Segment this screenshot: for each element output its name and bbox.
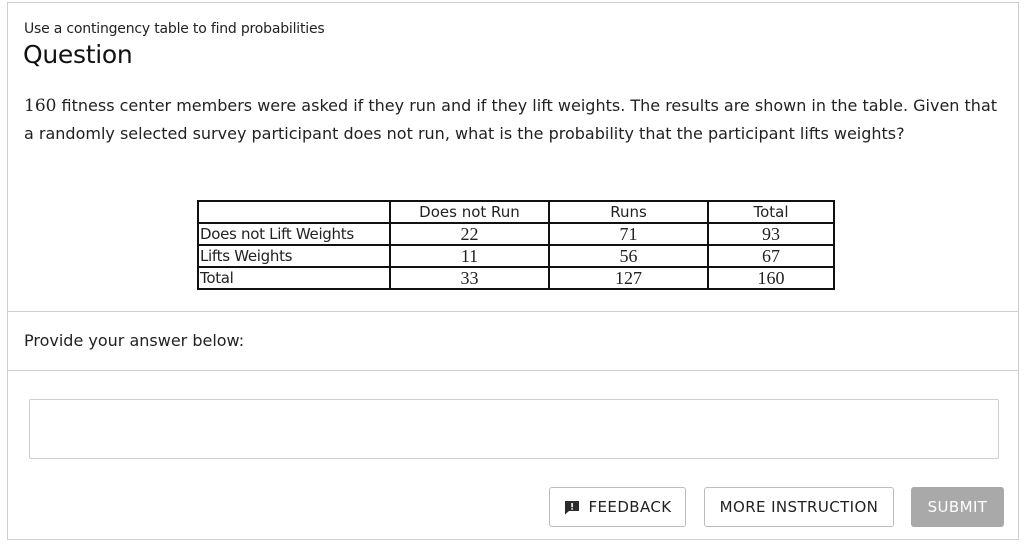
table-cell: 71: [548, 222, 709, 246]
question-text: 160 fitness center members were asked if…: [24, 92, 1004, 147]
table-row: Does not Lift Weights 22 71 93: [197, 222, 835, 246]
table-cell: 56: [548, 244, 709, 268]
submit-button[interactable]: SUBMIT: [911, 487, 1004, 527]
column-header: Total: [707, 200, 835, 224]
table-row: Lifts Weights 11 56 67: [197, 244, 835, 268]
question-body: fitness center members were asked if the…: [24, 96, 998, 143]
question-lead-number: 160: [24, 96, 57, 116]
submit-button-label: SUBMIT: [927, 498, 988, 516]
table-cell: 11: [389, 244, 550, 268]
row-header: Total: [197, 266, 391, 290]
column-header: Does not Run: [389, 200, 550, 224]
feedback-button-label: FEEDBACK: [588, 498, 672, 516]
table-cell: 33: [389, 266, 550, 290]
contingency-table: Does not Run Runs Total Does not Lift We…: [197, 200, 835, 290]
table-corner-cell: [197, 200, 391, 224]
row-header: Lifts Weights: [197, 244, 391, 268]
topic-label: Use a contingency table to find probabil…: [24, 21, 325, 37]
row-header: Does not Lift Weights: [197, 222, 391, 246]
table-cell: 93: [707, 222, 835, 246]
table-cell: 67: [707, 244, 835, 268]
table-cell: 22: [389, 222, 550, 246]
answer-prompt: Provide your answer below:: [24, 331, 245, 350]
table-header-row: Does not Run Runs Total: [197, 200, 835, 224]
table-cell: 127: [548, 266, 709, 290]
section-divider: [8, 370, 1018, 371]
section-divider: [8, 311, 1018, 312]
answer-input[interactable]: [29, 399, 999, 459]
page-title: Question: [23, 40, 133, 69]
feedback-button[interactable]: FEEDBACK: [549, 487, 686, 527]
feedback-icon: [564, 500, 579, 514]
table-cell: 160: [707, 266, 835, 290]
more-instruction-button[interactable]: MORE INSTRUCTION: [704, 487, 894, 527]
more-instruction-label: MORE INSTRUCTION: [719, 498, 879, 516]
question-panel: Use a contingency table to find probabil…: [7, 2, 1019, 540]
column-header: Runs: [548, 200, 709, 224]
table-row: Total 33 127 160: [197, 266, 835, 290]
